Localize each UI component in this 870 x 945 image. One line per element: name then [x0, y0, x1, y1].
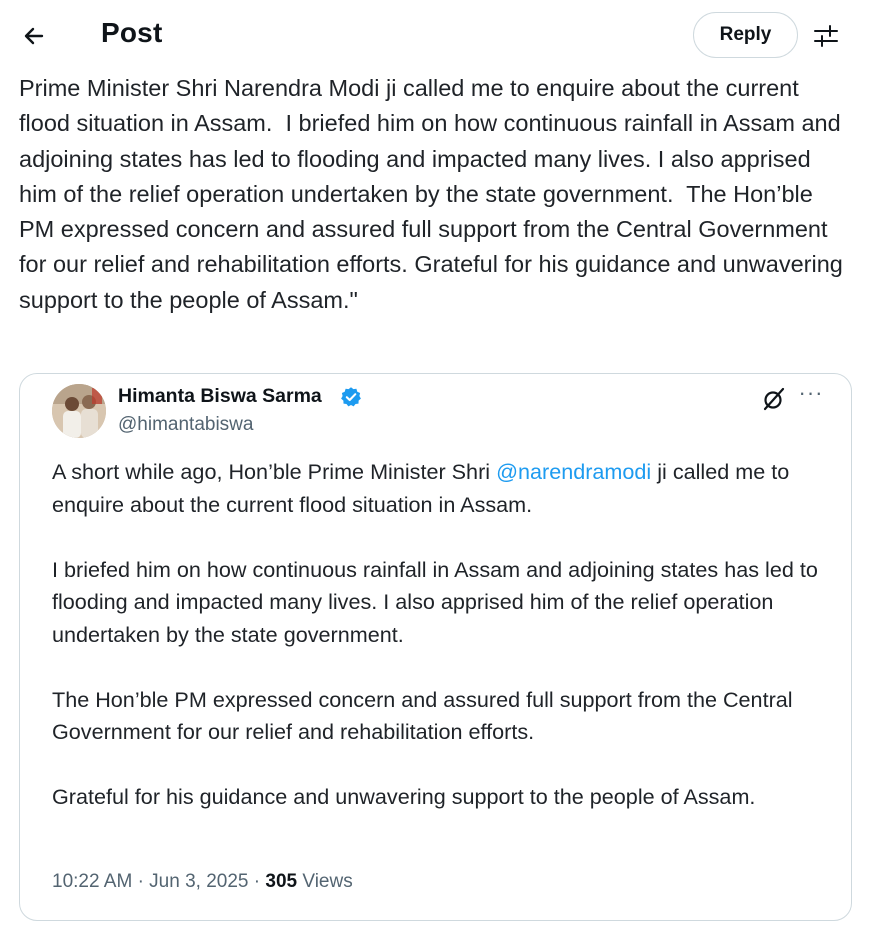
quoted-post-body: A short while ago, Hon’ble Prime Ministe… — [52, 456, 832, 846]
quote-paragraph: I briefed him on how continuous rainfall… — [52, 556, 818, 647]
separator: · — [137, 871, 144, 892]
separator: · — [253, 871, 261, 892]
grok-button[interactable] — [761, 386, 787, 412]
sliders-icon — [814, 25, 838, 47]
more-icon[interactable]: ··· — [796, 382, 826, 412]
filter-button[interactable] — [808, 18, 844, 54]
post-meta: 10:22 AM · Jun 3, 2025 · 305 Views — [52, 871, 353, 893]
quote-paragraph: Grateful for his guidance and unwavering… — [52, 784, 756, 809]
post-time[interactable]: 10:22 AM — [52, 871, 132, 892]
post-date[interactable]: Jun 3, 2025 — [149, 871, 248, 892]
views-label: Views — [302, 871, 353, 892]
quote-paragraph: The Hon’ble PM expressed concern and ass… — [52, 686, 793, 745]
quoted-post[interactable]: Himanta Biswa Sarma @himantabiswa ··· A … — [19, 373, 852, 921]
views-count: 305 — [265, 871, 298, 892]
page-title: Post — [101, 17, 163, 48]
grok-icon — [763, 387, 785, 411]
avatar[interactable] — [52, 384, 106, 438]
quote-paragraph: A short while ago, Hon’ble Prime Ministe… — [52, 456, 832, 521]
post-text: Prime Minister Shri Narendra Modi ji cal… — [19, 75, 850, 313]
quote-text: A short while ago, Hon’ble Prime Ministe… — [52, 459, 497, 484]
back-button[interactable] — [14, 16, 54, 56]
mention-link[interactable]: @narendramodi — [496, 459, 651, 484]
arrow-left-icon — [24, 27, 44, 45]
reply-button[interactable]: Reply — [693, 12, 798, 58]
top-bar: Post Reply — [0, 0, 870, 70]
author-handle[interactable]: @himantabiswa — [118, 414, 253, 436]
verified-badge-icon — [341, 387, 361, 407]
author-name[interactable]: Himanta Biswa Sarma — [118, 385, 322, 408]
